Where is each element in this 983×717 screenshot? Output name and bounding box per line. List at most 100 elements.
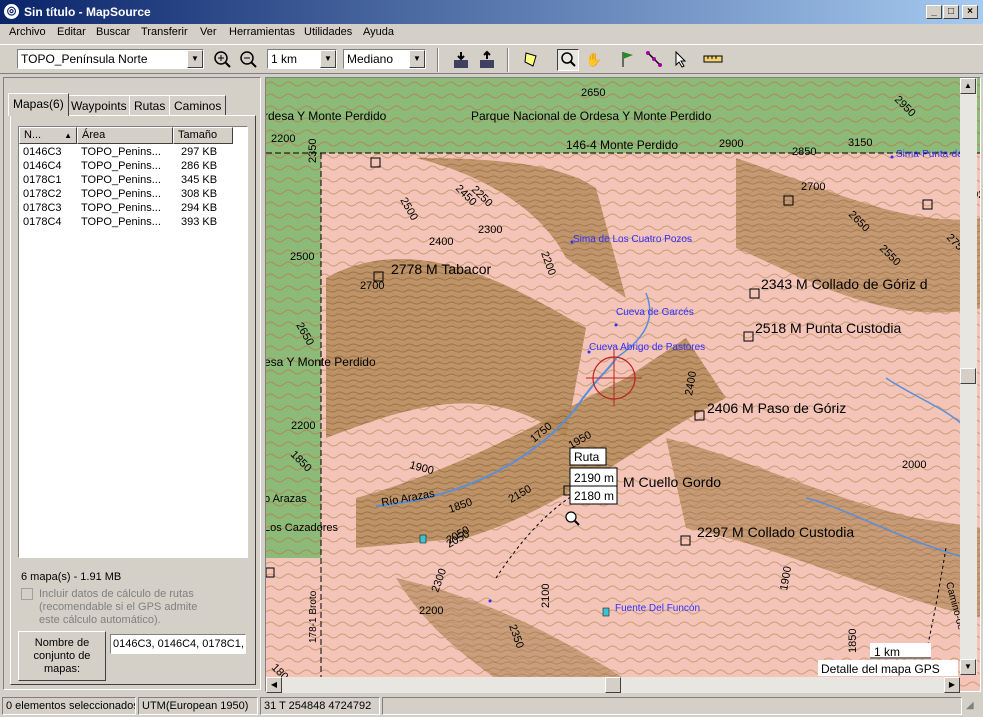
menu-ver[interactable]: Ver — [200, 26, 217, 38]
contour-elevation-label: 2100 — [540, 584, 552, 608]
waypoint-dot[interactable] — [614, 323, 618, 327]
waypoint-label[interactable]: Fuente Del Funcón — [615, 603, 700, 614]
zoom-in-button[interactable] — [211, 49, 233, 71]
close-button[interactable]: × — [962, 5, 978, 19]
menu-bar: Archivo Editar Buscar Transferir Ver Her… — [0, 24, 983, 42]
map-view[interactable]: Parque Nacional de Ordesa Y Monte Perdid… — [265, 77, 981, 692]
contour-elevation-label: 2500 — [290, 251, 314, 263]
scale-select[interactable]: 1 km ▼ — [267, 49, 337, 69]
table-cell: 0178C3 — [23, 202, 62, 214]
status-datum: UTM(European 1950) — [138, 697, 258, 715]
waypoint-tool-button[interactable] — [617, 49, 639, 71]
menu-transferir[interactable]: Transferir — [141, 26, 188, 38]
scroll-up-icon[interactable]: ▲ — [960, 78, 976, 94]
sort-ascending-icon: ▲ — [64, 131, 72, 140]
magnifier-icon — [561, 52, 576, 67]
waypoint-label[interactable]: Sima de Los Cuatro Pozos — [573, 234, 692, 245]
minimize-button[interactable]: _ — [926, 5, 942, 19]
map-product-value: TOPO_Península Norte — [21, 52, 148, 66]
route-tool-button[interactable] — [643, 49, 665, 71]
routing-data-label: Incluir datos de cálculo de rutas (recom… — [39, 588, 198, 626]
maximize-button[interactable]: □ — [943, 5, 959, 19]
column-header-name[interactable]: N... ▲ — [19, 127, 77, 144]
zoom-out-button[interactable] — [237, 49, 259, 71]
menu-utilidades[interactable]: Utilidades — [304, 26, 352, 38]
chevron-down-icon[interactable]: ▼ — [409, 50, 425, 68]
scale-value: 1 km — [271, 52, 298, 66]
contour-elevation-label: 3150 — [848, 137, 872, 149]
table-row[interactable]: 0178C4 TOPO_Penins... 393 KB — [19, 216, 247, 230]
receive-from-device-button[interactable] — [449, 49, 471, 71]
mapsource-app-icon[interactable]: ◎ — [4, 4, 19, 19]
list-header: N... ▲ Área Tamaño — [19, 127, 247, 144]
resize-grip-icon[interactable]: ◢ — [966, 700, 974, 711]
detail-select[interactable]: Mediano ▼ — [343, 49, 426, 69]
table-row[interactable]: 0178C3 TOPO_Penins... 294 KB — [19, 202, 247, 216]
spring-icon[interactable] — [419, 534, 427, 544]
select-tool-button[interactable] — [669, 49, 691, 71]
menu-archivo[interactable]: Archivo — [9, 26, 46, 38]
vertical-scrollbar[interactable]: ▲ ▼ — [960, 78, 977, 675]
scroll-left-icon[interactable]: ◀ — [266, 677, 282, 693]
table-row[interactable]: 0178C1 TOPO_Penins... 345 KB — [19, 174, 247, 188]
topographic-map[interactable]: Parque Nacional de Ordesa Y Monte Perdid… — [266, 78, 981, 692]
summit-label: 2297 M Collado Custodia — [697, 524, 854, 540]
scroll-thumb[interactable] — [605, 677, 621, 693]
tab-caminos[interactable]: Caminos — [169, 95, 227, 115]
summit-label: 2778 M Tabacor — [391, 261, 491, 277]
table-cell: TOPO_Penins... — [81, 188, 161, 200]
chevron-down-icon[interactable]: ▼ — [320, 50, 336, 68]
table-row[interactable]: 0146C4 TOPO_Penins... 286 KB — [19, 160, 247, 174]
map-tool-button[interactable] — [520, 49, 542, 71]
horizontal-scrollbar[interactable]: ◀ ▶ — [266, 677, 960, 693]
mapset-name-field[interactable]: 0146C3, 0146C4, 0178C1, 0 — [110, 634, 246, 654]
column-header-area[interactable]: Área — [77, 127, 173, 144]
waypoint-dot[interactable] — [587, 350, 591, 354]
table-row[interactable]: 0178C2 TOPO_Penins... 308 KB — [19, 188, 247, 202]
zoom-tool-button[interactable] — [557, 49, 579, 71]
hand-icon: ✋ — [585, 52, 603, 67]
menu-buscar[interactable]: Buscar — [96, 26, 130, 38]
place-label: o Arazas — [266, 493, 307, 505]
waypoint-label[interactable]: Cueva de Garcés — [616, 307, 694, 318]
maps-list[interactable]: N... ▲ Área Tamaño 0146C3 TOPO_Penins... 2… — [18, 126, 248, 558]
ruler-icon — [703, 55, 723, 63]
menu-ayuda[interactable]: Ayuda — [363, 26, 394, 38]
waypoint-label[interactable]: Sima-Punta-de — [896, 149, 963, 160]
tooltip-title: Ruta — [574, 450, 600, 464]
waypoint-dot[interactable] — [890, 155, 894, 159]
table-cell: 308 KB — [181, 188, 218, 200]
menu-editar[interactable]: Editar — [57, 26, 86, 38]
waypoint-label[interactable]: Cueva Abrigo de Pastores — [589, 342, 705, 353]
routing-data-checkbox[interactable] — [21, 588, 33, 600]
waypoint-dot[interactable] — [570, 240, 574, 244]
scale-bar-label: 1 km — [874, 645, 900, 659]
menu-herramientas[interactable]: Herramientas — [229, 26, 295, 38]
tab-waypoints[interactable]: Waypoints — [66, 95, 132, 115]
park-label: rdesa Y Monte Perdido — [266, 109, 387, 123]
scroll-right-icon[interactable]: ▶ — [944, 677, 960, 693]
grid-label: 146-4 Monte Perdido — [566, 138, 678, 152]
column-header-size[interactable]: Tamaño — [173, 127, 233, 144]
route-icon — [646, 51, 662, 67]
toolbar: TOPO_Península Norte ▼ 1 km ▼ Mediano ▼ … — [0, 44, 983, 74]
place-label: Los Cazadores — [266, 522, 338, 534]
table-cell: 297 KB — [181, 146, 218, 158]
mapset-name-button[interactable]: Nombre de conjunto de mapas: — [18, 631, 106, 681]
map-product-select[interactable]: TOPO_Península Norte ▼ — [17, 49, 204, 69]
map-area-icon — [524, 52, 537, 67]
waypoint-dot[interactable] — [488, 599, 492, 603]
table-row[interactable]: 0146C3 TOPO_Penins... 297 KB — [19, 146, 247, 160]
tab-mapas[interactable]: Mapas(6) — [8, 93, 69, 116]
scroll-thumb[interactable] — [960, 368, 976, 384]
zoom-out-icon — [240, 51, 257, 68]
scroll-down-icon[interactable]: ▼ — [960, 659, 976, 675]
send-to-device-button[interactable] — [475, 49, 497, 71]
send-to-device-icon — [480, 50, 494, 68]
hand-tool-button[interactable]: ✋ — [583, 49, 605, 71]
place-label: 178-1 Broto — [308, 590, 319, 643]
tab-rutas[interactable]: Rutas — [129, 95, 171, 115]
spring-icon[interactable] — [602, 607, 610, 617]
measure-tool-button[interactable] — [702, 49, 724, 71]
chevron-down-icon[interactable]: ▼ — [187, 50, 203, 68]
